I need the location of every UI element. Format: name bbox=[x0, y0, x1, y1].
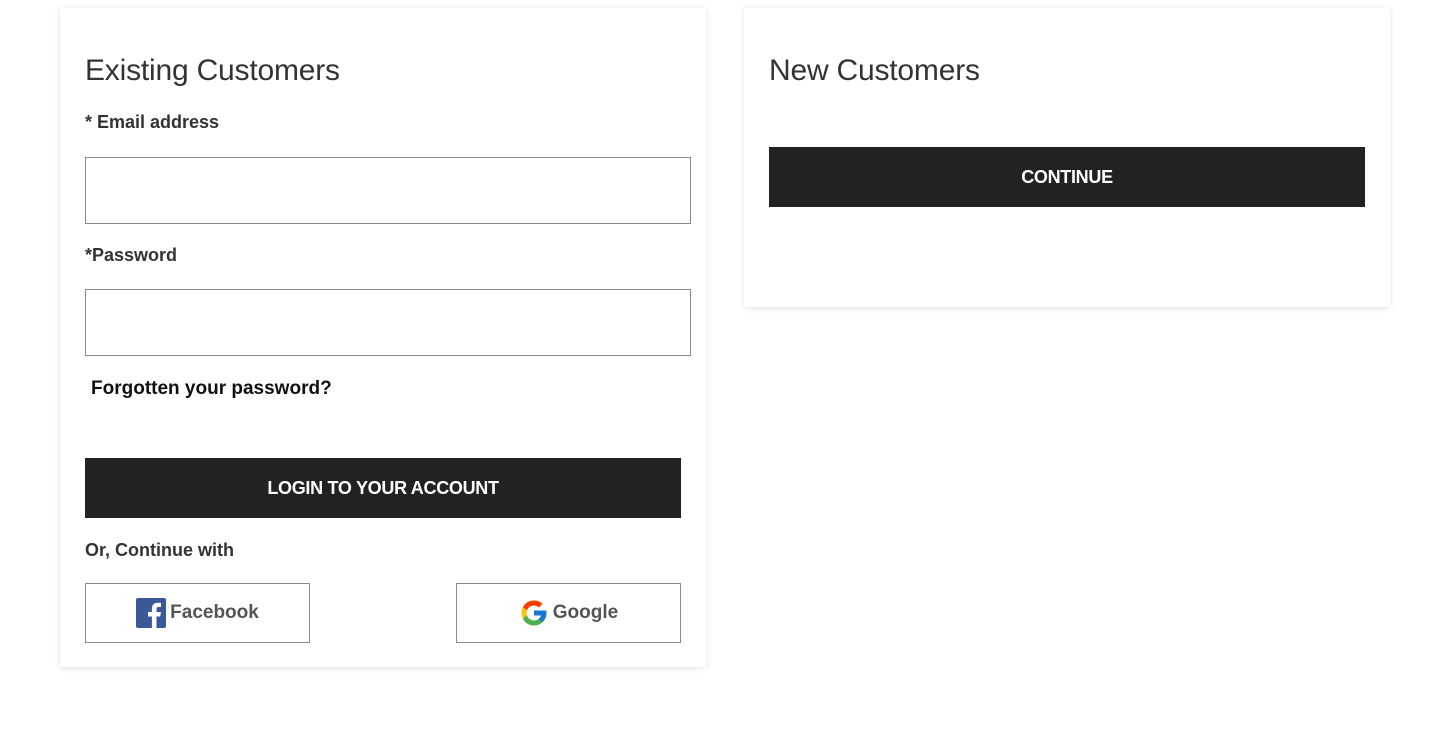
facebook-login-button[interactable]: Facebook bbox=[85, 583, 310, 643]
existing-customers-panel: Existing Customers * Email address *Pass… bbox=[60, 8, 706, 667]
facebook-label: Facebook bbox=[170, 602, 259, 623]
login-button[interactable]: LOGIN TO YOUR ACCOUNT bbox=[85, 458, 681, 518]
forgot-password-link[interactable]: Forgotten your password? bbox=[91, 378, 332, 400]
email-field[interactable] bbox=[85, 157, 691, 224]
existing-customers-title: Existing Customers bbox=[85, 54, 340, 87]
new-customers-panel: New Customers CONTINUE bbox=[744, 8, 1390, 307]
password-field[interactable] bbox=[85, 289, 691, 356]
google-label: Google bbox=[552, 602, 619, 623]
facebook-icon bbox=[136, 598, 167, 628]
google-icon bbox=[519, 598, 549, 628]
password-label: *Password bbox=[85, 245, 178, 265]
continue-button[interactable]: CONTINUE bbox=[769, 147, 1365, 207]
or-continue-with-label: Or, Continue with bbox=[85, 540, 234, 560]
new-customers-title: New Customers bbox=[769, 54, 980, 87]
google-login-button[interactable]: Google bbox=[456, 583, 681, 643]
email-label: * Email address bbox=[85, 112, 220, 132]
